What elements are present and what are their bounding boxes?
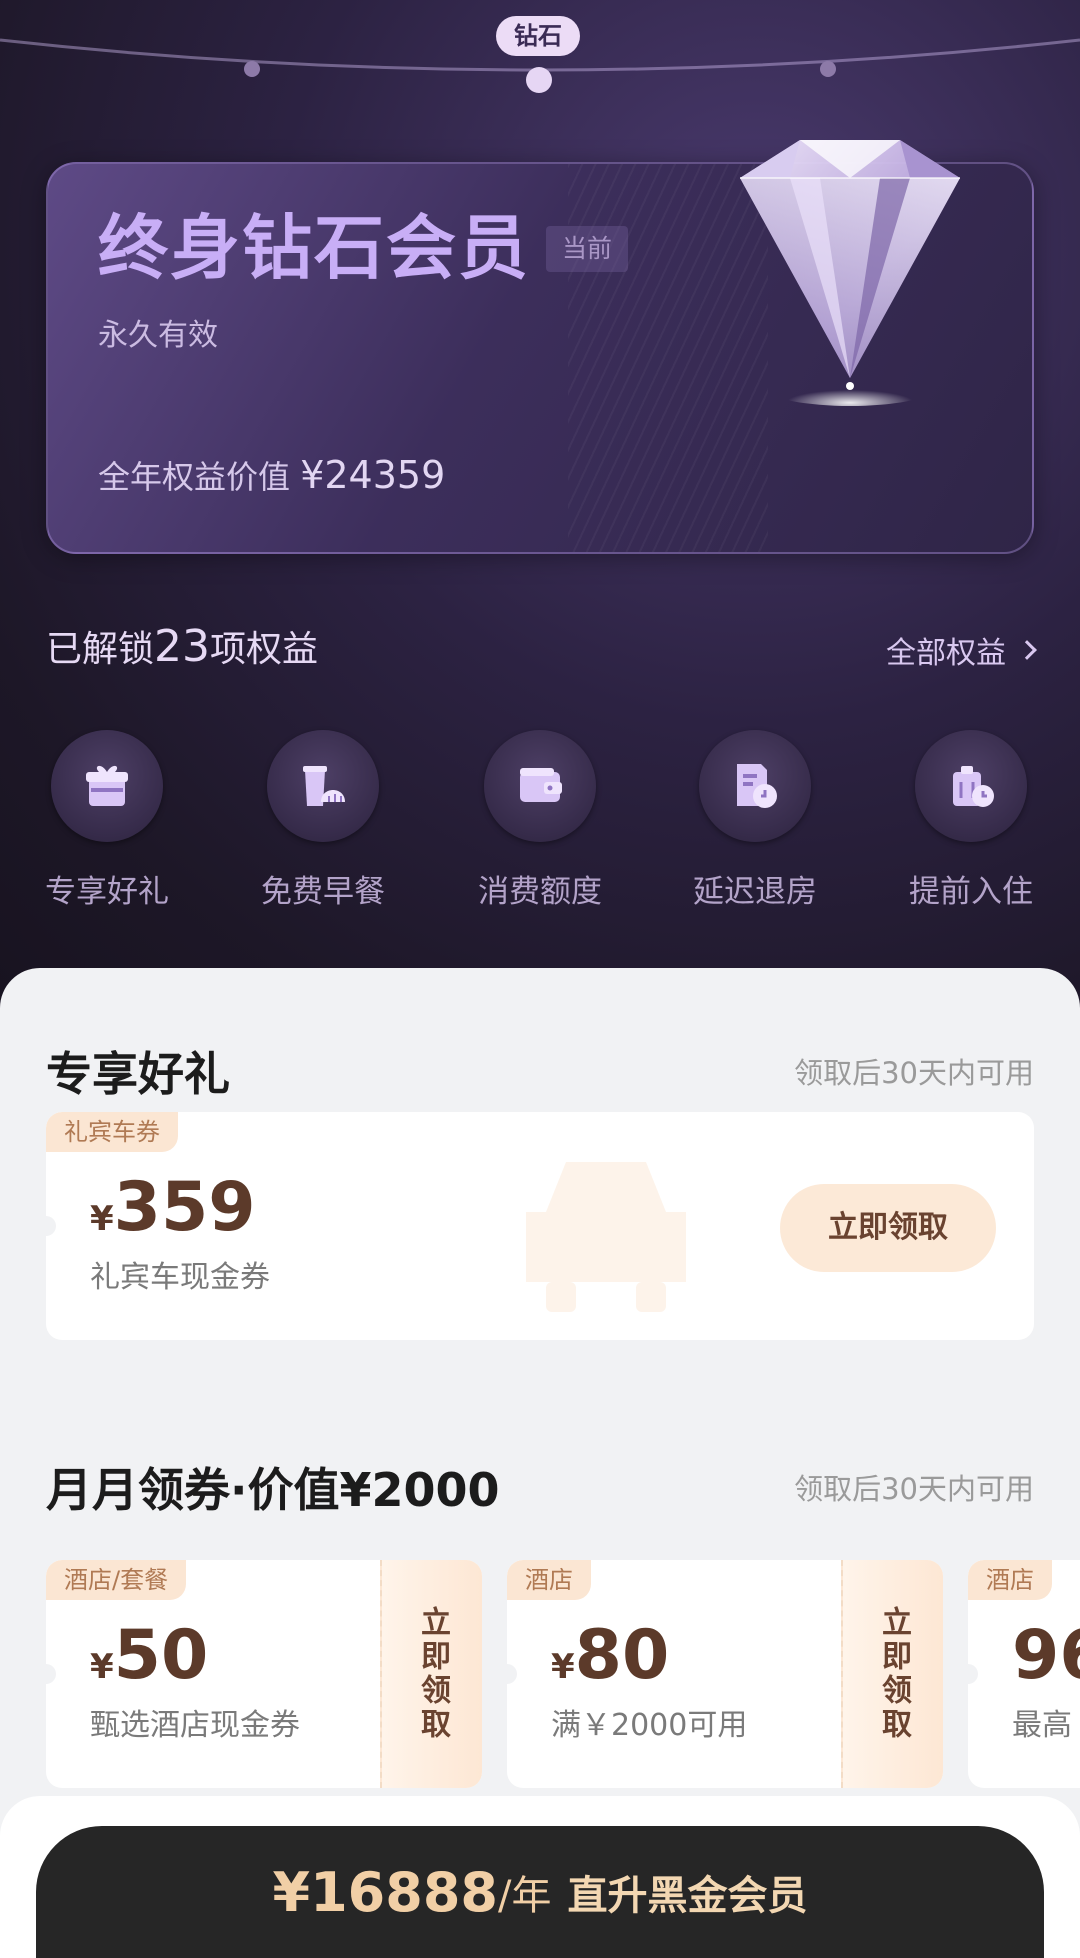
coupon-card: 酒店/套餐 ¥50 甄选酒店现金券 立即领取 [46,1560,482,1788]
monthly-coupons-header: 月月领券·价值¥2000 领取后30天内可用 [46,1454,1034,1517]
coupon-amount: 359 [113,1168,256,1247]
diamond-icon [740,140,960,406]
benefit-icon-circle [915,730,1027,842]
claim-button[interactable]: 立即领取 [780,1184,996,1272]
coupon-desc: 礼宾车现金券 [90,1260,270,1295]
exclusive-gift-header: 专享好礼 领取后30天内可用 [46,1038,1034,1101]
early-checkin-icon [953,766,994,807]
benefit-label: 消费额度 [478,874,602,910]
unlocked-prefix: 已解锁 [46,629,155,670]
coupon-price: ¥80 [551,1616,669,1695]
benefit-label: 免费早餐 [261,874,385,910]
current-level-tag: 钻石 [496,16,580,56]
level-dot-current [526,67,552,93]
coupon-price: ¥359 [90,1168,256,1247]
currency-symbol: ¥ [90,1199,114,1239]
benefit-icon-circle [699,730,811,842]
annual-value-amount: ¥24359 [300,453,446,497]
benefit-icon-circle [484,730,596,842]
upgrade-button[interactable]: ¥16888 /年 直升黑金会员 [36,1826,1044,1958]
benefit-icon-circle [267,730,379,842]
all-benefits-link[interactable]: 全部权益 [886,628,1037,672]
car-coupon-card: 礼宾车券 ¥359 礼宾车现金券 立即领取 [46,1112,1034,1340]
upgrade-unit: /年 [497,1873,552,1919]
upgrade-text: 直升黑金会员 [567,1873,808,1919]
benefit-label: 提前入住 [909,874,1033,910]
benefit-item-late-checkout[interactable]: 延迟退房 [655,730,855,911]
monthly-coupons-title: 月月领券·价值¥2000 [46,1463,500,1517]
level-dot [820,61,836,77]
benefit-item-early-checkin[interactable]: 提前入住 [871,730,1071,911]
unlocked-benefits-title: 已解锁23项权益 [46,620,318,672]
currency-symbol: ¥ [551,1647,575,1687]
membership-title: 终身钻石会员 [98,207,530,289]
monthly-coupons-list: 酒店/套餐 ¥50 甄选酒店现金券 立即领取 酒店 ¥80 满￥2000可用 立… [46,1560,1080,1796]
benefit-item-gift[interactable]: 专享好礼 [7,730,207,911]
gift-icon [86,765,128,806]
coupon-tag: 酒店 [507,1560,591,1600]
coupon-amount: 96 [1012,1616,1080,1695]
car-icon [526,1162,686,1312]
coupon-price: 96 [1012,1616,1080,1695]
wallet-icon [520,768,562,802]
currency-symbol: ¥ [90,1647,114,1687]
coupon-notch [507,1664,517,1684]
all-benefits-label: 全部权益 [886,636,1006,671]
coupon-card: 酒店 ¥80 满￥2000可用 立即领取 [507,1560,943,1788]
benefit-item-credit[interactable]: 消费额度 [440,730,640,911]
coupon-notch [46,1216,56,1236]
coupon-tag: 酒店/套餐 [46,1560,187,1600]
breakfast-icon [303,766,345,806]
coupon-tag: 礼宾车券 [46,1112,178,1152]
exclusive-gift-title: 专享好礼 [46,1047,230,1101]
membership-header: 钻石 终身钻石会员 当前 永久有效 全年权益价值 ¥24359 已解锁23项权益… [0,0,1080,1000]
coupon-price: ¥50 [90,1616,208,1695]
coupon-card: 酒店 96 最高 [968,1560,1080,1788]
benefit-label: 专享好礼 [45,874,169,910]
exclusive-gift-note: 领取后30天内可用 [794,1056,1034,1090]
benefits-summary: 已解锁23项权益 全部权益 [46,620,1037,680]
monthly-coupons-note: 领取后30天内可用 [794,1472,1034,1506]
annual-value-label: 全年权益价值 [98,458,291,496]
bottom-action-bar: ¥16888 /年 直升黑金会员 [0,1796,1080,1958]
coupon-amount: 80 [574,1616,670,1695]
claim-button[interactable]: 立即领取 [380,1560,482,1788]
benefit-label: 延迟退房 [693,874,817,910]
benefit-item-breakfast[interactable]: 免费早餐 [223,730,423,911]
coupon-amount: 50 [113,1616,209,1695]
coupon-tag: 酒店 [968,1560,1052,1600]
benefits-grid: 专享好礼 免费早餐 消费额度 延迟退房 提前入住 [0,730,1080,920]
coupon-desc: 满￥2000可用 [551,1708,748,1743]
coupon-desc: 最高 [1012,1708,1072,1743]
level-dot [244,61,260,77]
annual-value-row: 全年权益价值 ¥24359 [98,452,445,498]
coupon-notch [46,1664,56,1684]
chevron-right-icon [1017,640,1037,660]
membership-validity: 永久有效 [98,318,218,353]
benefit-icon-circle [51,730,163,842]
unlocked-count: 23 [154,621,211,672]
coupon-notch [968,1664,978,1684]
coupon-desc: 甄选酒店现金券 [90,1708,300,1743]
upgrade-price: ¥16888 [272,1860,498,1924]
current-badge: 当前 [546,226,628,272]
claim-button[interactable]: 立即领取 [841,1560,943,1788]
late-checkout-icon [737,764,777,808]
unlocked-suffix: 项权益 [210,629,319,670]
